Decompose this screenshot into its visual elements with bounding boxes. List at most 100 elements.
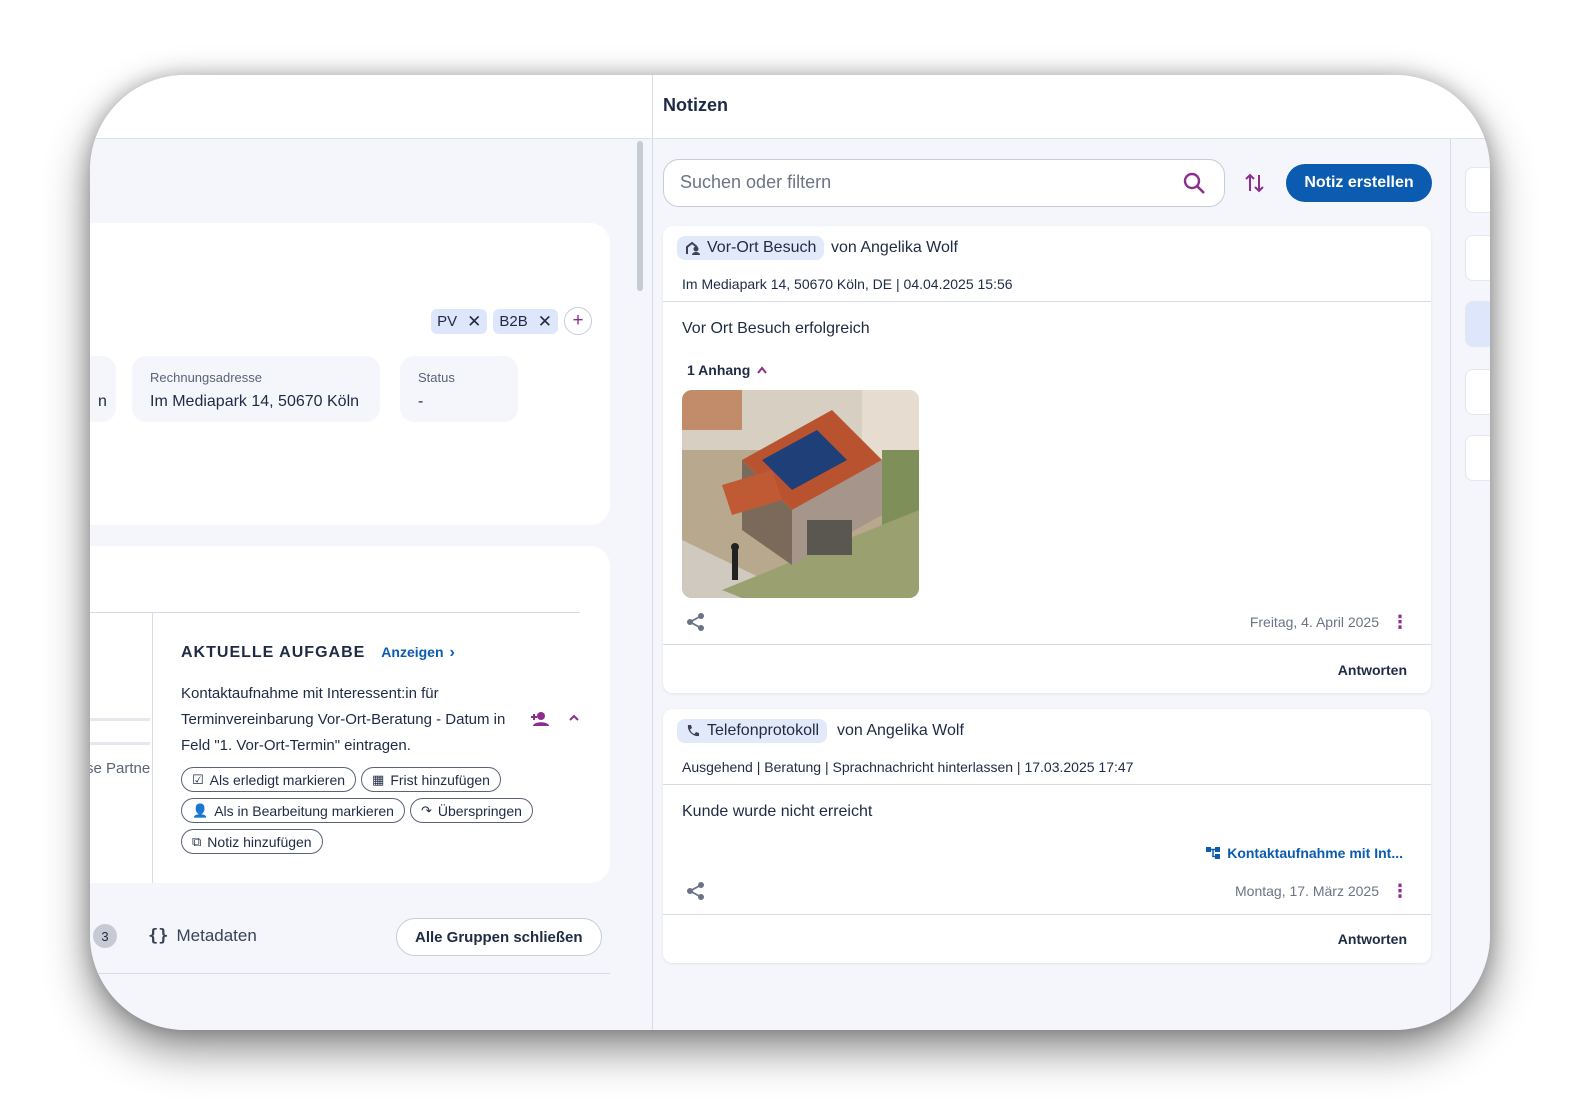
divider [90,612,580,613]
groups-toolbar: 3 {} Metadaten Alle Gruppen schließen [90,918,610,958]
create-note-button[interactable]: Notiz erstellen [1286,164,1432,202]
note-body: Kunde wurde nicht erreicht [682,803,873,820]
search-icon[interactable] [1182,171,1206,195]
note-date: Montag, 17. März 2025 [1235,883,1379,899]
notes-header: Notizen [653,75,1490,139]
divider [90,742,150,745]
button-label: Als in Bearbeitung markieren [214,802,394,819]
task-buttons: ☑ Als erledigt markieren ▦ Frist hinzufüge… [181,767,581,854]
divider [663,914,1431,915]
metadata-tab[interactable]: {} Metadaten [148,926,257,946]
tag-list: PV ✕ B2B ✕ + [431,307,592,335]
note-card: Vor-Ort Besuch von Angelika Wolf Im Medi… [663,226,1431,693]
note-type-badge: Vor-Ort Besuch [677,236,825,260]
tag-pv: PV ✕ [431,308,488,334]
close-all-groups-button[interactable]: Alle Gruppen schließen [396,918,602,956]
more-options-icon[interactable]: ⋮ [1391,613,1409,631]
braces-icon: {} [148,926,169,946]
phone-icon [687,725,699,737]
tag-label: PV [437,312,458,330]
linked-task-label: Kontaktaufnahme mit Int... [1227,845,1403,861]
sort-icon[interactable] [1243,171,1267,195]
side-tab[interactable] [1465,301,1490,347]
field-partial: n [90,356,116,422]
show-task-link[interactable]: Anzeigen › [381,644,455,662]
tag-b2b: B2B ✕ [493,308,558,334]
divider [90,718,150,721]
close-icon[interactable]: ✕ [538,313,552,330]
note-type-badge: Telefonprotokoll [677,719,828,743]
side-tab[interactable] [1465,435,1490,481]
calendar-icon: ▦ [372,771,385,787]
skip-button[interactable]: ↷ Überspringen [409,798,533,823]
more-options-icon[interactable]: ⋮ [1391,882,1409,900]
add-note-button[interactable]: ⧉ Notiz hinzufügen [181,829,323,854]
field-status: Status - [400,356,518,422]
reply-button[interactable]: Antworten [1338,931,1407,947]
share-icon[interactable] [685,611,707,633]
location-user-icon [686,241,700,255]
button-label: Notiz hinzufügen [207,833,312,850]
field-value: Im Mediapark 14, 50670 Köln [150,393,360,410]
left-pane: PV ✕ B2B ✕ + n Rechnungsadresse Im Media… [90,75,652,1030]
field-label: Rechnungsadresse [150,370,263,385]
note-type-label: Vor-Ort Besuch [707,239,817,256]
workflow-icon [1206,847,1221,859]
button-label: Frist hinzufügen [390,771,490,788]
mark-done-button[interactable]: ☑ Als erledigt markieren [181,767,357,792]
task-title: AKTUELLE AUFGABE [181,644,366,661]
scrollbar[interactable] [637,141,643,291]
left-header [90,75,652,139]
copy-icon: ⧉ [192,833,202,849]
user-plus-icon: 👤 [192,802,209,818]
redo-icon: ↷ [420,802,432,818]
assign-user-icon[interactable] [530,711,550,730]
search-box [663,159,1225,207]
chevron-up-icon[interactable] [568,711,580,730]
attachments-toggle[interactable]: 1 Anhang [687,362,768,378]
metadata-label: Metadaten [176,926,257,945]
side-tab[interactable] [1465,167,1490,213]
field-value: - [418,393,424,410]
add-tag-button[interactable]: + [564,307,592,335]
divider [90,973,610,974]
note-author: von Angelika Wolf [837,722,964,739]
tag-label: B2B [499,312,528,330]
note-body: Vor Ort Besuch erfolgreich [682,320,870,337]
side-tab[interactable] [1465,369,1490,415]
count-badge: 3 [93,924,117,948]
mark-in-progress-button[interactable]: 👤 Als in Bearbeitung markieren [181,798,405,823]
task-card: se Partne AKTUELLE AUFGABE Anzeigen › Kon… [90,546,610,883]
close-icon[interactable]: ✕ [467,313,481,330]
divider [663,784,1431,785]
reply-button[interactable]: Antworten [1338,662,1407,678]
button-label: Überspringen [437,802,522,819]
details-card: PV ✕ B2B ✕ + n Rechnungsadresse Im Media… [90,223,610,525]
divider [152,613,153,883]
field-billing-address: Rechnungsadresse Im Mediapark 14, 50670 … [132,356,380,422]
page-title: Notizen [663,95,728,115]
divider [663,301,1431,302]
task-header: AKTUELLE AUFGABE Anzeigen › [181,644,455,662]
task-description: Kontaktaufnahme mit Interessent:in für T… [181,685,506,754]
divider [1450,139,1451,1030]
attachment-image[interactable] [682,390,919,598]
field-label: Status [418,370,455,385]
add-deadline-button[interactable]: ▦ Frist hinzufügen [361,767,501,792]
button-label: Als erledigt markieren [209,771,346,788]
search-input[interactable] [680,172,1160,193]
attachments-label: 1 Anhang [687,362,751,378]
note-author: von Angelika Wolf [831,239,958,256]
linked-task-link[interactable]: Kontaktaufnahme mit Int... [1205,845,1403,861]
note-date: Freitag, 4. April 2025 [1249,614,1379,630]
notes-pane: Notizen Notiz erstellen Vor-Ort Besuch v… [653,75,1490,1030]
note-meta: Im Mediapark 14, 50670 Köln, DE | 04.04.… [682,276,1013,292]
app-window: PV ✕ B2B ✕ + n Rechnungsadresse Im Media… [90,75,1490,1030]
chevron-up-icon [757,366,768,374]
partner-label: se Partne [90,760,151,777]
note-card: Telefonprotokoll von Angelika Wolf Ausge… [663,709,1431,963]
share-icon[interactable] [685,880,707,902]
side-tab[interactable] [1465,235,1490,281]
task-actions [530,711,580,730]
link-label: Anzeigen [381,644,444,660]
